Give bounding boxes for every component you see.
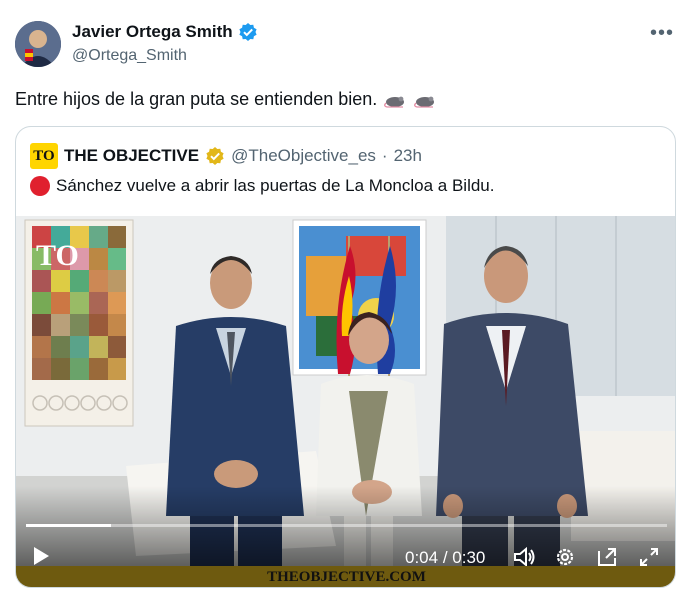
- quote-text: Sánchez vuelve a abrir las puertas de La…: [56, 176, 495, 195]
- quote-text-row: Sánchez vuelve a abrir las puertas de La…: [30, 176, 494, 196]
- rat-icon: [413, 91, 437, 109]
- quote-avatar-logo[interactable]: TO: [30, 143, 58, 169]
- red-circle-icon: [30, 176, 50, 196]
- author-handle[interactable]: @Ortega_Smith: [72, 47, 187, 65]
- avatar-image: [15, 21, 61, 67]
- tweet-text: Entre hijos de la gran puta se entienden…: [15, 89, 378, 109]
- video-current-time: 0:04: [405, 548, 439, 567]
- video-watermark: THEOBJECTIVE.COM: [16, 566, 675, 587]
- video-logo-overlay: TO: [36, 239, 79, 272]
- video-time: 0:04 / 0:30: [405, 548, 485, 568]
- video-frame: TO: [16, 216, 675, 587]
- author-name-row: Javier Ortega Smith: [72, 22, 258, 42]
- video-progress-bar[interactable]: [26, 524, 667, 527]
- quote-author-name[interactable]: THE OBJECTIVE: [64, 146, 199, 166]
- quote-separator: ·: [381, 146, 388, 165]
- rat-icon: [383, 91, 407, 109]
- gold-verified-badge-icon: [205, 146, 225, 166]
- quote-author-handle[interactable]: @TheObjective_es: [231, 146, 376, 166]
- author-avatar[interactable]: [15, 21, 61, 67]
- quoted-tweet[interactable]: TO THE OBJECTIVE @TheObjective_es · 23h …: [15, 126, 676, 588]
- more-options-icon[interactable]: •••: [650, 22, 674, 45]
- verified-badge-icon: [238, 22, 258, 42]
- tweet-text-row: Entre hijos de la gran puta se entienden…: [15, 89, 437, 110]
- author-name[interactable]: Javier Ortega Smith: [72, 22, 233, 42]
- video-time-separator: /: [438, 548, 453, 567]
- video-player[interactable]: TO 0:04 / 0:30 THEOBJECTIVE.COM: [16, 216, 675, 587]
- video-duration: 0:30: [452, 548, 486, 567]
- quote-timestamp[interactable]: 23h: [394, 146, 422, 166]
- quote-header: TO THE OBJECTIVE @TheObjective_es · 23h: [30, 143, 422, 169]
- video-progress-fill: [26, 524, 112, 527]
